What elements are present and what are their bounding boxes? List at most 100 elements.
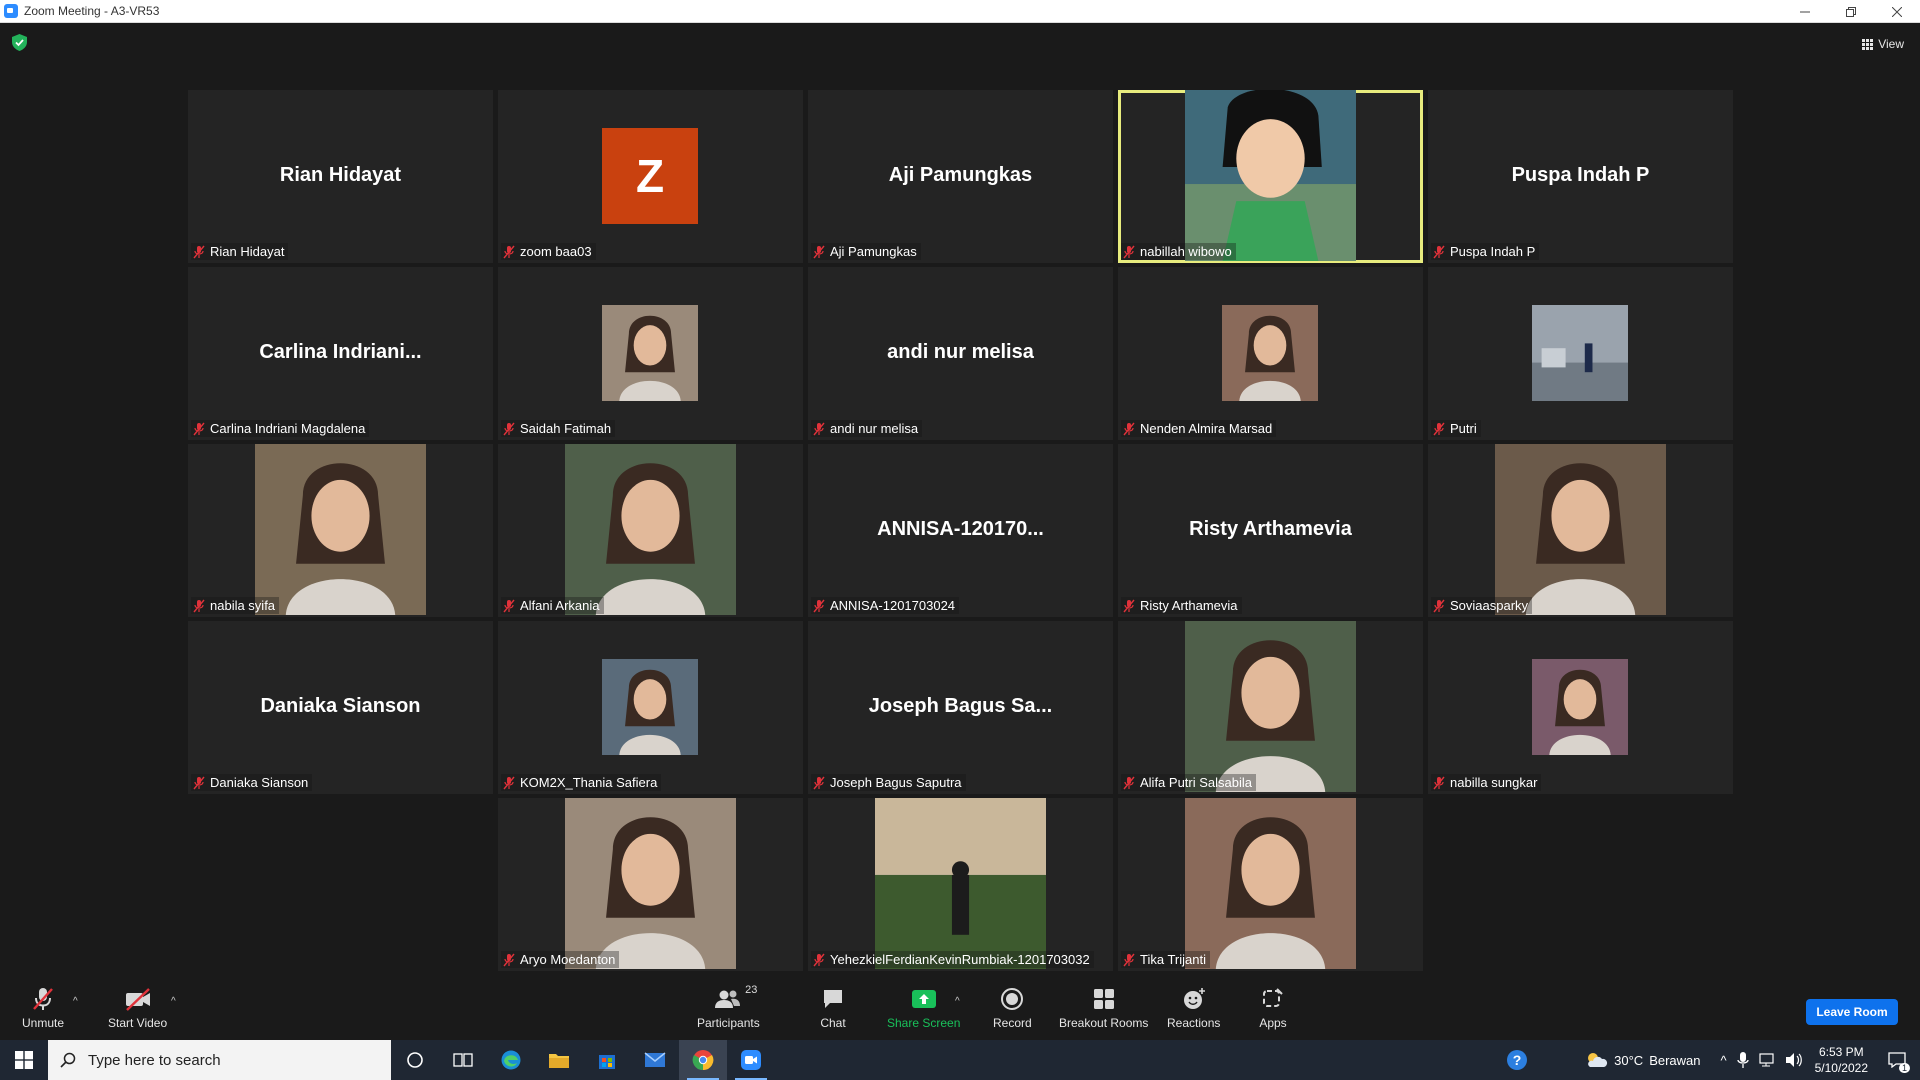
edge-taskbar-button[interactable] [487, 1040, 535, 1080]
chrome-taskbar-button[interactable] [679, 1040, 727, 1080]
folder-icon [549, 1054, 569, 1068]
chat-label: Chat [820, 1016, 846, 1030]
action-center-button[interactable]: 1 [1882, 1040, 1912, 1080]
participant-tile[interactable]: Risty Arthamevia Risty Arthamevia [1118, 444, 1423, 617]
taskbar-clock[interactable]: 6:53 PM 5/10/2022 [1815, 1044, 1868, 1076]
close-button[interactable] [1874, 0, 1920, 23]
minimize-button[interactable] [1782, 0, 1828, 23]
participant-tile[interactable]: Aryo Moedanton [498, 798, 803, 971]
muted-mic-icon [193, 422, 205, 435]
participant-name: ANNISA-1201703024 [830, 598, 956, 613]
participant-name: nabillah wibowo [1140, 244, 1232, 259]
participant-name-label: Rian Hidayat [191, 243, 289, 260]
cortana-button[interactable] [391, 1040, 439, 1080]
participant-tile[interactable]: Daniaka Sianson Daniaka Sianson [188, 621, 493, 794]
show-hidden-icons-chevron-icon[interactable]: ^ [1721, 1053, 1727, 1068]
participant-name: Joseph Bagus Saputra [830, 775, 962, 790]
weather-temperature[interactable]: 30°C [1614, 1053, 1643, 1068]
apps-button[interactable]: Apps [1258, 986, 1288, 1030]
help-icon[interactable]: ? [1506, 1049, 1528, 1071]
participant-tile[interactable]: Saidah Fatimah [498, 267, 803, 440]
taskbar-search-box[interactable]: Type here to search [48, 1040, 391, 1080]
file-explorer-button[interactable] [535, 1040, 583, 1080]
participant-tile[interactable]: Alifa Putri Salsabila [1118, 621, 1423, 794]
participant-name: nabilla sungkar [1450, 775, 1538, 790]
share-options-chevron-icon[interactable]: ^ [955, 996, 960, 1007]
muted-mic-icon [1123, 953, 1135, 966]
edge-browser-icon [501, 1050, 521, 1070]
breakout-rooms-button[interactable]: Breakout Rooms [1059, 986, 1148, 1030]
unmute-button[interactable]: Unmute [22, 986, 64, 1030]
breakout-rooms-icon [1093, 989, 1114, 1009]
weather-description[interactable]: Berawan [1649, 1053, 1700, 1068]
video-options-chevron-icon[interactable]: ^ [171, 996, 176, 1007]
weather-cloud-icon[interactable] [1584, 1051, 1608, 1069]
participant-display-name: Puspa Indah P [1511, 164, 1650, 186]
participant-name-label: nabillah wibowo [1121, 243, 1236, 260]
muted-mic-icon [1433, 599, 1445, 612]
encryption-shield-icon[interactable] [12, 34, 27, 51]
task-view-button[interactable] [439, 1040, 487, 1080]
restore-icon [1846, 6, 1856, 17]
cartoon-fairy-photo [1185, 90, 1356, 261]
chat-button[interactable]: Chat [818, 986, 848, 1030]
store-taskbar-button[interactable] [583, 1040, 631, 1080]
muted-mic-icon [503, 953, 515, 966]
participant-tile[interactable]: Puspa Indah P Puspa Indah P [1428, 90, 1733, 263]
participant-tile[interactable]: Rian Hidayat Rian Hidayat [188, 90, 493, 263]
participant-name: KOM2X_Thania Safiera [520, 775, 658, 790]
person-photo [1222, 305, 1318, 401]
participant-name: zoom baa03 [520, 244, 592, 259]
start-video-button[interactable]: Start Video [108, 986, 167, 1030]
participant-tile[interactable]: Soviaasparky [1428, 444, 1733, 617]
apps-label: Apps [1259, 1016, 1287, 1030]
chat-icon [824, 990, 842, 1008]
participant-name: Nenden Almira Marsad [1140, 421, 1273, 436]
leave-room-button[interactable]: Leave Room [1806, 999, 1898, 1025]
chrome-browser-icon [692, 1050, 714, 1071]
participant-tile[interactable]: ANNISA-120170... ANNISA-1201703024 [808, 444, 1113, 617]
participant-tile[interactable]: nabilla sungkar [1428, 621, 1733, 794]
zoom-window: Zoom Meeting - A3-VR53 View Rian Hidayat… [0, 0, 1920, 1080]
participant-tile[interactable]: Carlina Indriani... Carlina Indriani Magd… [188, 267, 493, 440]
participant-name-label: Soviaasparky [1431, 597, 1533, 614]
participant-name-label: Putri [1431, 420, 1481, 437]
network-icon[interactable] [1759, 1052, 1777, 1068]
restore-button[interactable] [1828, 0, 1874, 23]
record-label: Record [993, 1016, 1032, 1030]
participant-tile[interactable]: Aji Pamungkas Aji Pamungkas [808, 90, 1113, 263]
muted-mic-icon [813, 422, 825, 435]
start-button[interactable] [0, 1040, 48, 1080]
cortana-circle-icon [407, 1052, 423, 1068]
audio-options-chevron-icon[interactable]: ^ [73, 996, 78, 1007]
participant-tile[interactable]: Alfani Arkania [498, 444, 803, 617]
share-screen-button[interactable]: Share Screen [887, 986, 960, 1030]
participant-tile[interactable]: Zzoom baa03 [498, 90, 803, 263]
participants-button[interactable]: 23 Participants [697, 984, 760, 1030]
volume-icon[interactable] [1785, 1052, 1803, 1068]
record-button[interactable]: Record [993, 986, 1032, 1030]
participant-tile[interactable]: nabillah wibowo [1118, 90, 1423, 263]
participant-tile[interactable]: Putri [1428, 267, 1733, 440]
participant-name: Tika Trijanti [1140, 952, 1206, 967]
mail-taskbar-button[interactable] [631, 1040, 679, 1080]
view-button[interactable]: View [1862, 34, 1904, 54]
participant-tile[interactable]: YehezkielFerdianKevinRumbiak-1201703032 [808, 798, 1113, 971]
reactions-button[interactable]: Reactions [1167, 986, 1220, 1030]
task-view-icon [453, 1053, 473, 1067]
participant-tile[interactable]: nabila syifa [188, 444, 493, 617]
close-icon [1892, 6, 1902, 17]
participant-tile[interactable]: andi nur melisa andi nur melisa [808, 267, 1113, 440]
microphone-tray-icon[interactable] [1736, 1052, 1749, 1068]
participant-tile[interactable]: KOM2X_Thania Safiera [498, 621, 803, 794]
muted-mic-icon [813, 776, 825, 789]
participant-tile[interactable]: Nenden Almira Marsad [1118, 267, 1423, 440]
zoom-taskbar-button[interactable] [727, 1040, 775, 1080]
muted-mic-icon [193, 245, 205, 258]
person-photo [565, 798, 736, 969]
participant-tile[interactable]: Joseph Bagus Sa... Joseph Bagus Saputra [808, 621, 1113, 794]
participant-tile[interactable]: Tika Trijanti [1118, 798, 1423, 971]
participant-name-label: YehezkielFerdianKevinRumbiak-1201703032 [811, 951, 1094, 968]
participant-name: Puspa Indah P [1450, 244, 1536, 259]
participant-display-name: Risty Arthamevia [1189, 518, 1352, 540]
